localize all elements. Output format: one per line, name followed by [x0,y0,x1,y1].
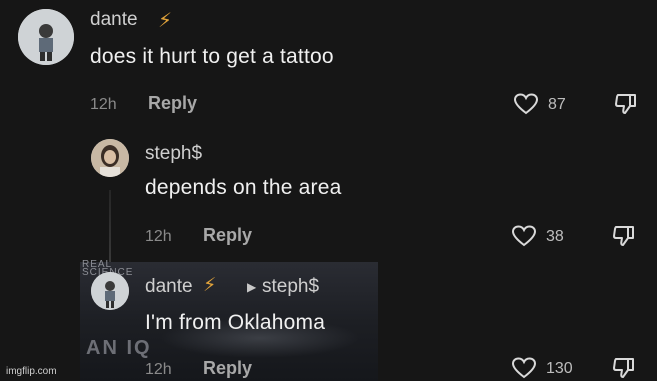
timestamp: 12h [90,96,117,113]
like-count: 130 [546,360,573,377]
username[interactable]: steph$ [145,143,202,165]
thread-line [109,190,111,266]
reply-to-username[interactable]: steph$ [262,276,319,298]
username[interactable]: dante [90,9,138,31]
dislike-icon[interactable] [611,356,637,380]
lightning-icon: ⚡ [158,10,173,32]
reply-to-arrow-icon: ▶ [247,280,257,294]
dislike-icon[interactable] [613,92,639,116]
dislike-icon[interactable] [611,224,637,248]
avatar[interactable] [91,272,129,310]
reply-button[interactable]: Reply [148,93,197,114]
reply-button[interactable]: Reply [203,358,252,379]
username[interactable]: dante [145,276,193,298]
timestamp: 12h [145,228,172,245]
heart-icon[interactable] [511,356,537,380]
comment-text: depends on the area [145,176,342,199]
comment-text: does it hurt to get a tattoo [90,45,334,68]
heart-icon[interactable] [513,92,539,116]
reply-button[interactable]: Reply [203,225,252,246]
watermark: imgflip.com [6,366,57,377]
heart-icon[interactable] [511,224,537,248]
avatar[interactable] [91,139,129,177]
like-count: 87 [548,96,566,113]
lightning-icon: ⚡ [203,275,217,296]
avatar[interactable] [18,9,74,65]
like-count: 38 [546,228,564,245]
timestamp: 12h [145,361,172,378]
overlay-text-an-iq: AN IQ [86,337,152,359]
comment-text: I'm from Oklahoma [145,311,326,334]
